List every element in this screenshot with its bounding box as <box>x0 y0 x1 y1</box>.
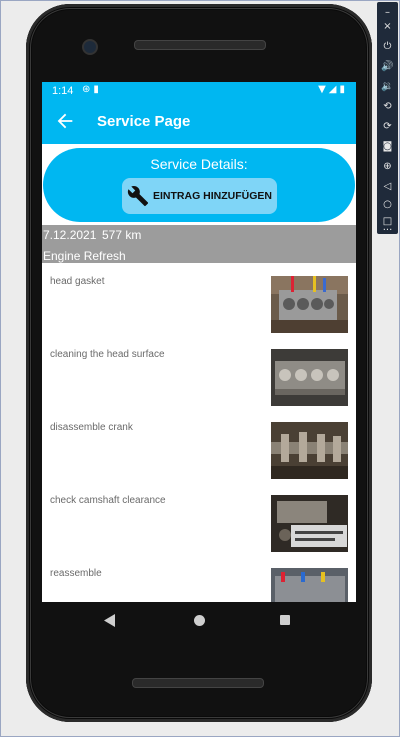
entry-photo[interactable] <box>271 568 348 602</box>
add-entry-label: EINTRAG HINZUFÜGEN <box>153 190 272 202</box>
service-date: 7.12.2021 <box>43 228 97 242</box>
entry-label: disassemble crank <box>50 422 133 433</box>
list-item[interactable]: cleaning the head surface <box>42 337 356 410</box>
list-item[interactable]: head gasket <box>42 264 356 337</box>
volume-down-icon[interactable]: 🔉 <box>377 78 398 96</box>
more-icon[interactable]: ··· <box>377 226 398 236</box>
close-icon[interactable]: × <box>377 18 398 36</box>
service-meta: 7.12.2021 577 km Engine Refresh <box>42 225 356 263</box>
navigation-bar <box>42 602 356 640</box>
app-bar: Service Page <box>42 100 356 144</box>
front-camera <box>82 39 98 55</box>
device-screen: 1:14 ⊛▮ ▼◢▮ Service Page Service Details… <box>42 82 356 602</box>
nav-home-icon[interactable] <box>194 615 205 626</box>
volume-up-icon[interactable]: 🔊 <box>377 58 398 76</box>
service-mileage: 577 km <box>102 228 142 242</box>
add-entry-button[interactable]: EINTRAG HINZUFÜGEN <box>122 178 277 214</box>
signal-battery-icons: ▼◢▮ <box>318 84 348 95</box>
entry-photo[interactable] <box>271 495 348 552</box>
top-speaker <box>134 40 266 50</box>
emulator-controls: – × ⏻ 🔊 🔉 ⟲ ⟳ ◙ ⊕ ◁ ○ □ ··· <box>377 2 398 236</box>
nav-back-icon[interactable] <box>104 614 116 627</box>
entry-list: head gasket cleaning the head surface di… <box>42 264 356 602</box>
rotate-left-icon[interactable]: ⟲ <box>377 98 398 116</box>
back-icon[interactable]: ◁ <box>377 178 398 196</box>
rotate-right-icon[interactable]: ⟳ <box>377 118 398 136</box>
bottom-speaker <box>132 678 264 688</box>
list-item[interactable]: check camshaft clearance <box>42 483 356 556</box>
camera-icon[interactable]: ◙ <box>377 138 398 156</box>
zoom-icon[interactable]: ⊕ <box>377 158 398 176</box>
service-details-card: Service Details: EINTRAG HINZUFÜGEN <box>43 148 355 222</box>
entry-label: cleaning the head surface <box>50 349 165 360</box>
page-title: Service Page <box>97 113 191 130</box>
arrow-left-icon[interactable] <box>54 110 76 132</box>
entry-photo[interactable] <box>271 422 348 479</box>
service-name: Engine Refresh <box>43 249 126 263</box>
entry-label: head gasket <box>50 276 105 287</box>
power-icon[interactable]: ⏻ <box>377 38 398 56</box>
entry-label: check camshaft clearance <box>50 495 166 506</box>
list-item[interactable]: reassemble <box>42 556 356 602</box>
list-item[interactable]: disassemble crank <box>42 410 356 483</box>
status-bar: 1:14 ⊛▮ ▼◢▮ <box>42 82 356 100</box>
entry-photo[interactable] <box>271 349 348 406</box>
status-time: 1:14 <box>52 85 74 97</box>
nav-recent-icon[interactable] <box>280 615 290 625</box>
entry-label: reassemble <box>50 568 102 579</box>
service-details-title: Service Details: <box>150 156 248 172</box>
entry-photo[interactable] <box>271 276 348 333</box>
wrench-icon <box>127 186 149 207</box>
home-icon[interactable]: ○ <box>377 196 398 214</box>
notification-icons: ⊛▮ <box>82 84 102 95</box>
